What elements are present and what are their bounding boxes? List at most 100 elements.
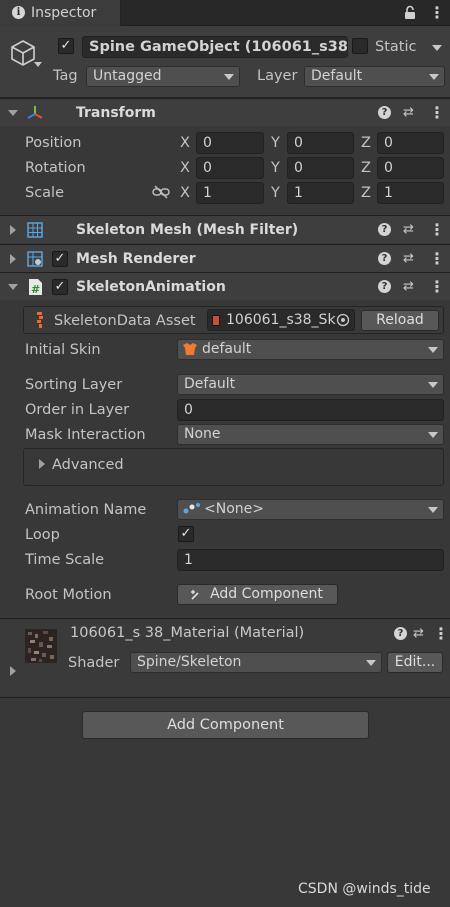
shader-edit-button[interactable]: Edit... xyxy=(387,652,443,673)
order-in-layer-field[interactable]: 0 xyxy=(177,399,444,421)
skeleton-data-value: 106061_s38_Sk xyxy=(226,312,336,328)
advanced-label[interactable]: Advanced xyxy=(52,458,124,473)
preset-icon[interactable]: ⇄ xyxy=(413,627,424,640)
skeleton-animation-header[interactable]: # ✓ SkeletonAnimation ? ⇄ ⋮ xyxy=(0,272,450,300)
position-z-field[interactable]: 0 xyxy=(377,132,444,154)
mesh-renderer-header[interactable]: ✓ Mesh Renderer ? ⇄ ⋮ xyxy=(0,244,450,272)
component-menu-icon[interactable]: ⋮ xyxy=(429,279,445,295)
foldout-arrow-icon[interactable] xyxy=(10,254,16,264)
position-x-axis[interactable]: X xyxy=(180,136,190,151)
tab-inspector[interactable]: i Inspector xyxy=(0,0,121,26)
time-scale-field[interactable]: 1 xyxy=(177,549,444,571)
preset-icon[interactable]: ⇄ xyxy=(403,252,414,265)
rotation-z-axis[interactable]: Z xyxy=(361,161,371,176)
root-motion-label: Root Motion xyxy=(25,587,112,603)
rotation-y-axis[interactable]: Y xyxy=(271,161,280,176)
add-component-button[interactable]: Add Component xyxy=(82,711,369,739)
skin-icon xyxy=(182,342,198,356)
shader-value: Spine/Skeleton xyxy=(137,654,242,670)
layer-dropdown[interactable]: Default xyxy=(304,66,445,87)
object-name-field[interactable]: Spine GameObject (106061_s38) xyxy=(82,36,348,58)
mesh-filter-header[interactable]: Skeleton Mesh (Mesh Filter) ? ⇄ ⋮ xyxy=(0,215,450,243)
position-y-axis[interactable]: Y xyxy=(271,136,280,151)
help-icon[interactable]: ? xyxy=(378,223,391,236)
rotation-z-field[interactable]: 0 xyxy=(377,157,444,179)
order-in-layer-label: Order in Layer xyxy=(25,402,130,418)
reload-button[interactable]: Reload xyxy=(361,310,439,331)
help-icon[interactable]: ? xyxy=(394,627,407,640)
skeleton-animation-enabled-checkbox[interactable]: ✓ xyxy=(52,279,68,295)
static-label: Static xyxy=(375,39,417,55)
loop-checkbox[interactable]: ✓ xyxy=(178,526,194,542)
root-motion-add-component-label: Add Component xyxy=(210,586,323,602)
asset-icon xyxy=(212,315,220,326)
animation-name-dropdown[interactable]: <None> xyxy=(177,499,444,520)
skeleton-animation-title: SkeletonAnimation xyxy=(76,279,226,295)
rotation-x-axis[interactable]: X xyxy=(180,161,190,176)
rotation-label: Rotation xyxy=(25,160,86,176)
tab-title: Inspector xyxy=(31,5,97,21)
rotation-x-field[interactable]: 0 xyxy=(196,157,264,179)
mask-interaction-dropdown[interactable]: None xyxy=(177,424,444,445)
help-icon[interactable]: ? xyxy=(378,252,391,265)
active-checkbox[interactable]: ✓ xyxy=(58,38,74,54)
script-icon: # xyxy=(27,278,43,296)
material-bottom-separator xyxy=(0,697,450,698)
mask-interaction-label: Mask Interaction xyxy=(25,427,146,443)
component-menu-icon[interactable]: ⋮ xyxy=(429,251,445,267)
advanced-foldout-arrow-icon[interactable] xyxy=(39,459,45,469)
tag-label: Tag xyxy=(53,68,78,84)
add-component-icon xyxy=(190,588,203,601)
foldout-arrow-icon[interactable] xyxy=(8,110,18,116)
static-dropdown-arrow[interactable] xyxy=(432,45,442,51)
object-picker-icon[interactable] xyxy=(336,313,350,327)
component-menu-icon[interactable]: ⋮ xyxy=(433,626,449,642)
preset-icon[interactable]: ⇄ xyxy=(403,106,414,119)
preset-icon[interactable]: ⇄ xyxy=(403,280,414,293)
icon-dropdown-arrow[interactable] xyxy=(34,62,42,67)
material-title: 106061_s 38_Material (Material) xyxy=(70,625,305,641)
transform-header[interactable]: Transform ? ⇄ ⋮ xyxy=(0,98,450,126)
material-foldout-arrow-icon[interactable] xyxy=(10,666,16,676)
chevron-down-icon xyxy=(428,507,438,513)
mesh-filter-title: Skeleton Mesh (Mesh Filter) xyxy=(76,222,299,238)
help-icon[interactable]: ? xyxy=(378,106,391,119)
position-z-axis[interactable]: Z xyxy=(361,136,371,151)
constrain-proportions-icon[interactable] xyxy=(152,185,170,199)
initial-skin-dropdown[interactable]: default xyxy=(177,339,444,360)
shader-dropdown[interactable]: Spine/Skeleton xyxy=(130,652,382,673)
layer-label: Layer xyxy=(257,68,298,84)
sorting-layer-dropdown[interactable]: Default xyxy=(177,374,444,395)
tag-value: Untagged xyxy=(93,68,162,84)
foldout-arrow-icon[interactable] xyxy=(10,225,16,235)
rotation-y-field[interactable]: 0 xyxy=(287,157,354,179)
svg-text:#: # xyxy=(31,283,40,296)
component-menu-icon[interactable]: ⋮ xyxy=(429,222,445,238)
position-x-field[interactable]: 0 xyxy=(196,132,264,154)
scale-x-axis[interactable]: X xyxy=(180,186,190,201)
static-checkbox[interactable] xyxy=(352,38,368,54)
sorting-layer-label: Sorting Layer xyxy=(25,377,123,393)
scale-z-field[interactable]: 1 xyxy=(377,182,444,204)
skeleton-data-field[interactable]: 106061_s38_Sk xyxy=(207,309,355,331)
tab-menu-icon[interactable]: ⋮ xyxy=(429,5,445,21)
tag-dropdown[interactable]: Untagged xyxy=(86,66,240,87)
material-preview-icon[interactable] xyxy=(25,629,57,663)
scale-label: Scale xyxy=(25,185,65,201)
scale-z-axis[interactable]: Z xyxy=(361,186,371,201)
mesh-renderer-enabled-checkbox[interactable]: ✓ xyxy=(52,251,68,267)
scale-x-field[interactable]: 1 xyxy=(196,182,264,204)
initial-skin-value: default xyxy=(202,341,252,357)
scale-y-axis[interactable]: Y xyxy=(271,186,280,201)
chevron-down-icon xyxy=(428,432,438,438)
object-header: ✓ Spine GameObject (106061_s38) Static T… xyxy=(0,26,450,98)
lock-icon[interactable] xyxy=(404,5,416,20)
skeleton-data-label: SkeletonData Asset xyxy=(54,313,196,329)
component-menu-icon[interactable]: ⋮ xyxy=(429,105,445,121)
preset-icon[interactable]: ⇄ xyxy=(403,223,414,236)
animation-name-value: <None> xyxy=(204,501,264,517)
position-y-field[interactable]: 0 xyxy=(287,132,354,154)
foldout-arrow-icon[interactable] xyxy=(8,284,18,290)
scale-y-field[interactable]: 1 xyxy=(287,182,354,204)
help-icon[interactable]: ? xyxy=(378,280,391,293)
